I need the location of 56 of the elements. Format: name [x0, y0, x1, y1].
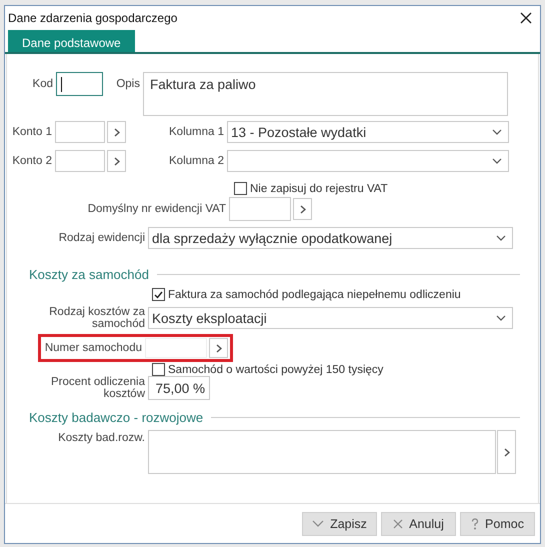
- chevron-right-icon: [216, 344, 222, 352]
- chevron-right-icon: [504, 448, 510, 456]
- field-label: Opis: [115, 78, 141, 90]
- field-label: Rodzaj kosztów za samochód: [48, 306, 146, 330]
- field-label: Procent odliczenia kosztów: [50, 376, 146, 400]
- chevron-right-icon: [114, 128, 120, 136]
- field-label: Konto 1: [11, 126, 53, 138]
- help-button[interactable]: Pomoc: [460, 512, 535, 536]
- checkbox[interactable]: [152, 363, 165, 376]
- cross-icon: [393, 518, 404, 528]
- field-label: Konto 2: [11, 155, 53, 167]
- vat-register-field[interactable]: [229, 197, 291, 221]
- account-field[interactable]: [55, 121, 105, 143]
- field-label: Kolumna 1: [168, 126, 225, 138]
- close-icon: [520, 12, 532, 24]
- percent-field[interactable]: 75,00 %: [148, 376, 210, 400]
- field-label: Kod: [32, 78, 54, 90]
- section-title: Koszty za samochód: [29, 267, 149, 282]
- account-field[interactable]: [55, 150, 105, 172]
- tab[interactable]: Dane podstawowe: [8, 30, 135, 52]
- lookup-button[interactable]: [107, 150, 126, 172]
- lookup-button[interactable]: [293, 198, 312, 220]
- field-label: Rodzaj ewidencji: [58, 232, 146, 244]
- checkbox-label: Samochód o wartości powyżej 150 tysięcy: [168, 364, 384, 376]
- chevron-down-icon: [492, 158, 502, 164]
- dropdown[interactable]: dla sprzedaży wyłącznie opodatkowanej: [148, 227, 513, 249]
- checkbox-label: Nie zapisuj do rejestru VAT: [250, 182, 388, 194]
- window-title: Dane zdarzenia gospodarczego: [8, 11, 178, 25]
- text-cursor: [61, 76, 62, 92]
- dropdown[interactable]: Koszty eksploatacji: [148, 307, 513, 329]
- section-title: Koszty badawczo - rozwojowe: [29, 410, 204, 425]
- checkbox-label: Faktura za samochód podlegająca niepełnemu odliczeniu: [168, 288, 461, 300]
- chevron-right-icon: [300, 204, 306, 214]
- chevron-down-icon: [496, 315, 506, 321]
- car-number-field[interactable]: [145, 338, 207, 358]
- chevron-down-icon: [492, 129, 502, 135]
- close-button[interactable]: [518, 10, 534, 26]
- code-field[interactable]: [56, 72, 103, 96]
- checkmark-icon: [312, 520, 324, 527]
- description-field[interactable]: Faktura za paliwo: [143, 72, 508, 116]
- field-label: Koszty bad.rozw.: [57, 432, 146, 444]
- cancel-button[interactable]: Anuluj: [381, 512, 456, 536]
- lookup-button[interactable]: [209, 338, 228, 358]
- dropdown[interactable]: 13 - Pozostałe wydatki: [227, 121, 509, 143]
- save-button[interactable]: Zapisz: [302, 512, 377, 536]
- chevron-right-icon: [114, 156, 120, 166]
- chevron-down-icon: [496, 235, 506, 241]
- rd-costs-field[interactable]: [148, 430, 496, 474]
- field-label: Domyślny nr ewidencji VAT: [86, 203, 227, 215]
- field-label: Kolumna 2: [168, 155, 225, 167]
- checkbox[interactable]: [152, 288, 165, 301]
- question-mark-icon: [471, 518, 480, 530]
- checkmark-icon: [154, 290, 163, 298]
- lookup-button[interactable]: [107, 121, 126, 143]
- field-label: Numer samochodu: [44, 342, 143, 354]
- checkbox[interactable]: [234, 182, 247, 195]
